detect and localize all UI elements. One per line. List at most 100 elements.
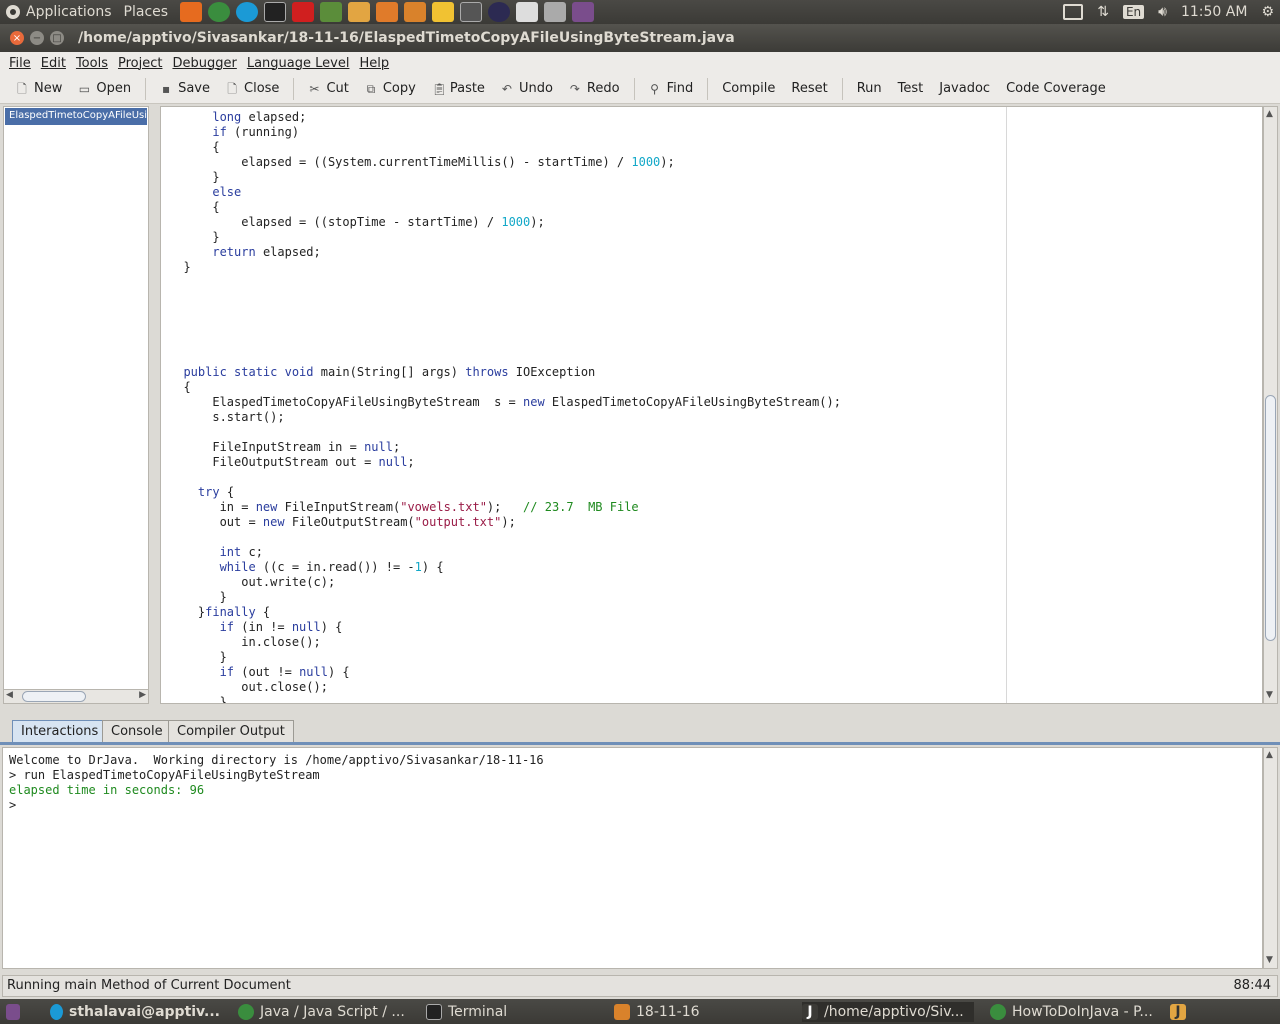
window-title: /home/apptivo/Sivasankar/18-11-16/Elaspe…	[78, 30, 735, 46]
find-button[interactable]: ⚲ Find	[641, 76, 702, 102]
cursor-position: 88:44	[1233, 978, 1271, 993]
taskbar-drjava-launcher[interactable]: J	[1170, 1002, 1194, 1022]
pidgin-icon[interactable]	[432, 2, 455, 22]
code-text[interactable]: long elapsed; if (running) { elapsed = (…	[169, 110, 840, 703]
network-icon[interactable]: ⇅	[1097, 4, 1109, 20]
chrome-icon[interactable]	[208, 2, 231, 22]
scrollbar-thumb[interactable]	[1265, 395, 1276, 641]
show-desktop-button[interactable]	[6, 1002, 26, 1022]
compile-button[interactable]: Compile	[714, 76, 783, 102]
tab-console[interactable]: Console	[102, 720, 172, 742]
copy-button[interactable]: ⧉ Copy	[357, 76, 424, 102]
scroll-left-icon[interactable]: ◀	[6, 690, 13, 700]
redo-button[interactable]: ↷ Redo	[561, 76, 628, 102]
paste-button[interactable]: 📋︎ Paste	[424, 76, 493, 102]
keyboard-indicator[interactable]: En	[1122, 5, 1145, 19]
scroll-down-icon[interactable]: ▼	[1266, 955, 1273, 965]
terminal-icon[interactable]	[264, 2, 287, 22]
menu-debugger[interactable]: Debugger	[172, 56, 236, 71]
copy-icon: ⧉	[366, 81, 376, 96]
scrollbar-thumb[interactable]	[22, 691, 86, 702]
undo-button[interactable]: ↶ Undo	[493, 76, 561, 102]
taskbar-chrome[interactable]: Java / Java Script / ...	[238, 1002, 408, 1022]
sublime-icon[interactable]	[348, 2, 371, 22]
paste-label: Paste	[449, 81, 485, 96]
save-button[interactable]: ▪ Save	[152, 76, 218, 102]
monkey-icon[interactable]	[320, 2, 343, 22]
firefox-icon[interactable]	[180, 2, 203, 22]
new-file-icon: 🗋︎	[17, 81, 27, 96]
applications-menu[interactable]: Applications	[20, 4, 118, 20]
new-button[interactable]: 🗋︎ New	[8, 76, 70, 102]
window-maximize-button[interactable]: □	[50, 31, 64, 45]
taskbar-skype[interactable]: sthalavai@apptiv...	[50, 1002, 220, 1022]
im-icon[interactable]	[292, 2, 315, 22]
code-editor[interactable]: long elapsed; if (running) { elapsed = (…	[160, 106, 1263, 704]
chrome-icon	[238, 1004, 254, 1020]
javadoc-button[interactable]: Javadoc	[931, 76, 998, 102]
menu-help[interactable]: Help	[359, 56, 389, 71]
toolbar: 🗋︎ New ▭ Open ▪ Save 🗋︎ Close ✂ Cut ⧉ Copy 📋︎ P…	[0, 74, 1280, 104]
tabs-underline	[0, 742, 1280, 745]
cut-button[interactable]: ✂ Cut	[300, 76, 356, 102]
paste-icon: 📋︎	[431, 81, 448, 96]
calculator-icon[interactable]	[544, 2, 567, 22]
window-close-button[interactable]: ×	[10, 31, 24, 45]
toolbar-separator	[707, 77, 709, 100]
indicator-icon[interactable]	[1063, 4, 1084, 20]
split-pane-handle[interactable]	[150, 106, 160, 704]
compile-label: Compile	[722, 81, 776, 96]
top-panel: Applications Places ⇅ En 🔊︎ 11:50 AM ⚙	[0, 0, 1280, 24]
menu-tools[interactable]: Tools	[76, 56, 108, 71]
tab-interactions[interactable]: Interactions	[12, 720, 108, 742]
system-tray: ⇅ En 🔊︎ 11:50 AM ⚙	[1063, 0, 1274, 24]
menu-file[interactable]: File	[9, 56, 31, 71]
folder-icon[interactable]	[404, 2, 427, 22]
home-folder-icon[interactable]	[376, 2, 399, 22]
scroll-up-icon[interactable]: ▲	[1266, 109, 1273, 119]
drjava-icon: J	[802, 1004, 818, 1020]
close-button[interactable]: 🗋︎ Close	[218, 76, 287, 102]
window-minimize-button[interactable]: −	[30, 31, 44, 45]
binoculars-icon: ⚲	[650, 81, 659, 96]
text-editor-icon[interactable]	[516, 2, 539, 22]
taskbar-drjava[interactable]: J/home/apptivo/Siv...	[802, 1002, 974, 1022]
interactions-vertical-scrollbar[interactable]: ▲ ▼	[1263, 747, 1278, 969]
toolbar-separator	[145, 77, 147, 100]
clock[interactable]: 11:50 AM	[1181, 4, 1247, 20]
volume-icon[interactable]: 🔊︎	[1158, 4, 1167, 20]
file-tree-item[interactable]: ElaspedTimetoCopyAFileUsingByteStream	[5, 108, 147, 125]
interactions-pane[interactable]: Welcome to DrJava. Working directory is …	[2, 747, 1263, 969]
interaction-line: > run ElaspedTimetoCopyAFileUsingByteStr…	[9, 768, 320, 782]
reset-button[interactable]: Reset	[783, 76, 835, 102]
taskbar-folder[interactable]: 18-11-16	[614, 1002, 784, 1022]
eclipse-icon[interactable]	[488, 2, 511, 22]
tab-compiler-output[interactable]: Compiler Output	[168, 720, 294, 742]
cut-label: Cut	[326, 81, 349, 96]
taskbar-terminal[interactable]: Terminal	[426, 1002, 596, 1022]
task-label: /home/apptivo/Siv...	[824, 1004, 964, 1020]
menubar: File Edit Tools Project Debugger Languag…	[0, 52, 1280, 74]
editor-vertical-scrollbar[interactable]: ▲ ▼	[1263, 106, 1278, 704]
editor-icon[interactable]	[460, 2, 483, 22]
interaction-prompt[interactable]: >	[9, 798, 16, 812]
settings-gear-icon[interactable]: ⚙	[1261, 4, 1274, 20]
scroll-right-icon[interactable]: ▶	[139, 690, 146, 700]
menu-project[interactable]: Project	[118, 56, 162, 71]
skype-icon[interactable]	[236, 2, 259, 22]
open-button[interactable]: ▭ Open	[70, 76, 139, 102]
run-button[interactable]: Run	[849, 76, 890, 102]
taskbar-browser[interactable]: HowToDoInJava - P...	[990, 1002, 1160, 1022]
code-coverage-button[interactable]: Code Coverage	[998, 76, 1114, 102]
scroll-down-icon[interactable]: ▼	[1266, 690, 1273, 700]
monitor-icon[interactable]	[572, 2, 595, 22]
places-menu[interactable]: Places	[118, 4, 175, 20]
menu-edit[interactable]: Edit	[41, 56, 66, 71]
menu-language-level[interactable]: Language Level	[247, 56, 350, 71]
status-bar: Running main Method of Current Document …	[2, 975, 1278, 997]
scroll-up-icon[interactable]: ▲	[1266, 750, 1273, 760]
file-tree-horizontal-scrollbar[interactable]: ◀ ▶	[3, 689, 149, 704]
save-label: Save	[178, 81, 211, 96]
test-button[interactable]: Test	[890, 76, 932, 102]
skype-icon	[50, 1004, 64, 1020]
